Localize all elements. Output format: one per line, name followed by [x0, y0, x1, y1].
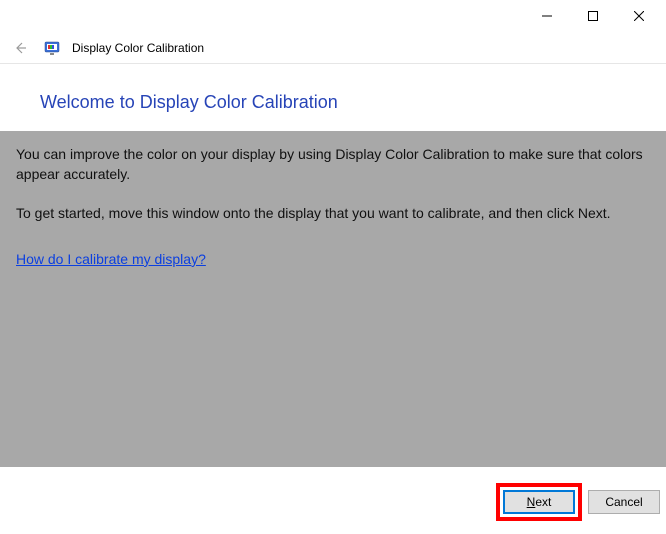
page-heading: Welcome to Display Color Calibration [0, 64, 666, 131]
back-arrow-icon [12, 40, 28, 56]
footer-bar: Next Cancel [0, 470, 666, 534]
minimize-icon [542, 11, 552, 21]
maximize-button[interactable] [570, 1, 616, 31]
close-icon [634, 11, 644, 21]
maximize-icon [588, 11, 598, 21]
header-bar: Display Color Calibration [0, 32, 666, 64]
help-link[interactable]: How do I calibrate my display? [16, 251, 206, 267]
back-button[interactable] [8, 36, 32, 60]
window-title: Display Color Calibration [72, 41, 204, 55]
cancel-button[interactable]: Cancel [588, 490, 660, 514]
intro-paragraph-1: You can improve the color on your displa… [16, 145, 644, 184]
close-button[interactable] [616, 1, 662, 31]
minimize-button[interactable] [524, 1, 570, 31]
next-button[interactable]: Next [503, 490, 575, 514]
highlight-annotation: Next [496, 483, 582, 521]
intro-paragraph-2: To get started, move this window onto th… [16, 204, 644, 224]
content-area: You can improve the color on your displa… [0, 131, 666, 467]
app-icon [44, 40, 60, 56]
titlebar [0, 0, 666, 32]
